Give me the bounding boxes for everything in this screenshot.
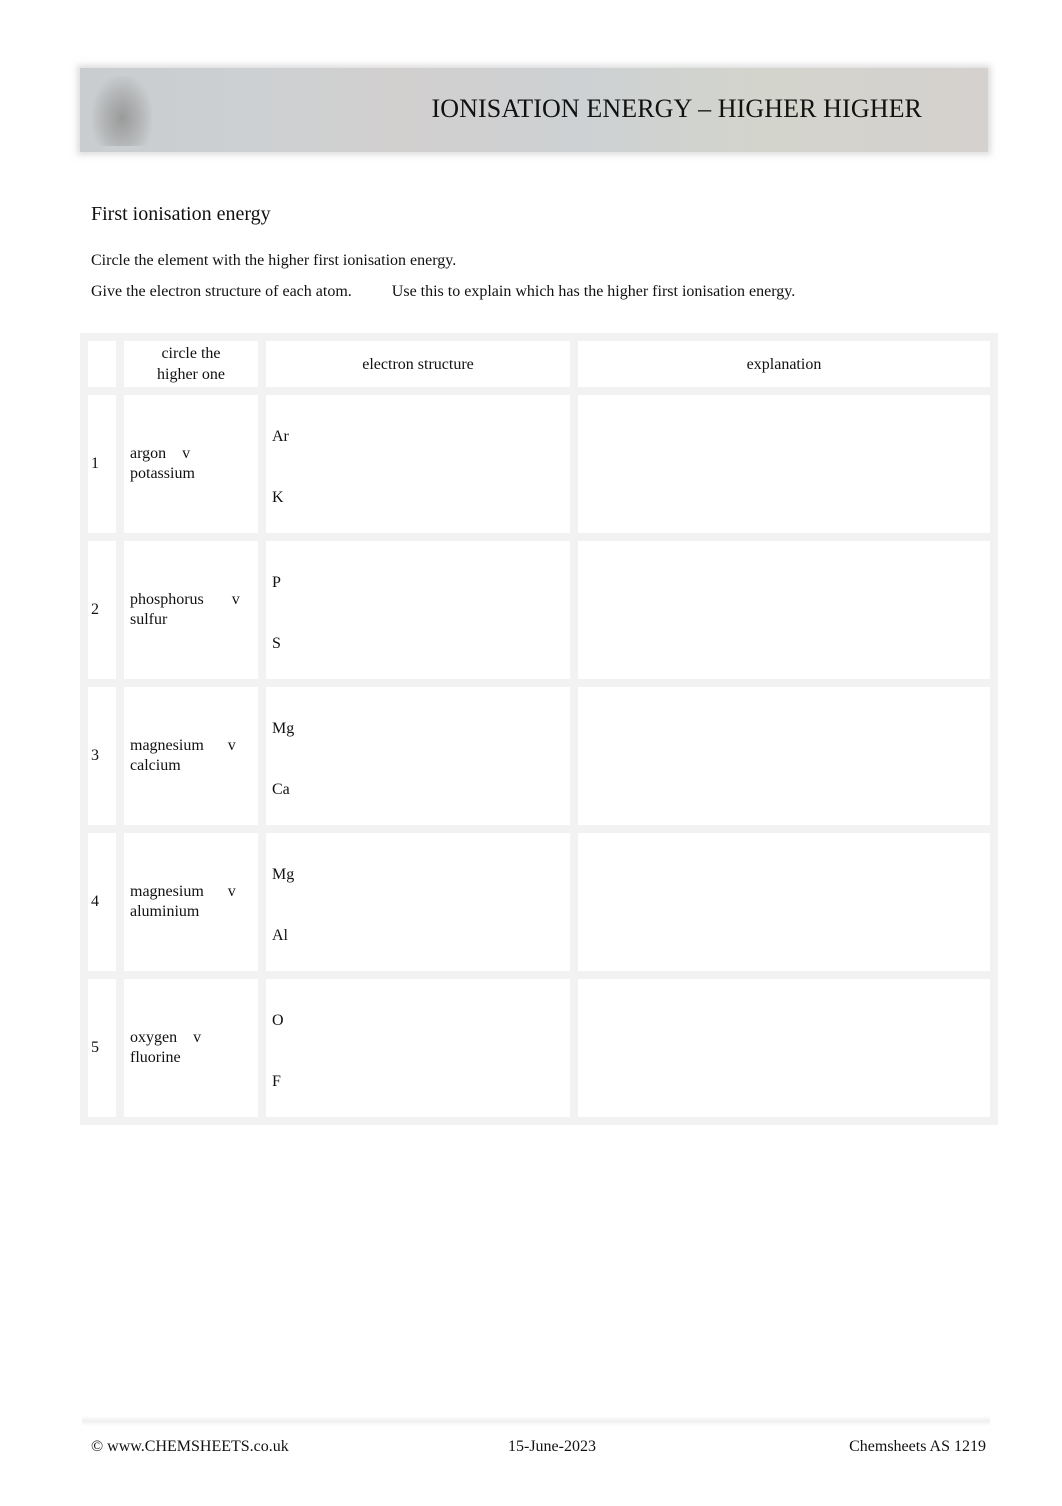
footer-date: 15-June-2023 (508, 1438, 596, 1455)
table-row: 2 phosphorus v sulfur P S (80, 533, 998, 687)
explanation-cell[interactable] (570, 533, 998, 687)
element-b[interactable]: fluorine (130, 1049, 181, 1066)
header-banner: IONISATION ENERGY – HIGHER HIGHER (80, 68, 988, 152)
versus-label: v (193, 1029, 202, 1046)
page-title: IONISATION ENERGY – HIGHER HIGHER (431, 94, 922, 123)
element-b[interactable]: potassium (130, 465, 195, 482)
versus-label: v (227, 883, 236, 900)
element-a[interactable]: magnesium (130, 883, 204, 900)
versus-label: v (231, 591, 240, 608)
worksheet-table: circle the higher one electron structure… (80, 333, 998, 1125)
row-number: 4 (80, 825, 124, 979)
element-pair[interactable]: oxygen v fluorine (116, 971, 266, 1125)
symbol-a: P (272, 574, 281, 591)
table-header-row: circle the higher one electron structure… (80, 333, 998, 395)
table-row: 1 argon v potassium Ar K (80, 387, 998, 541)
section-title: First ionisation energy (91, 203, 271, 225)
row-number: 3 (80, 679, 124, 833)
symbol-b: F (272, 1073, 281, 1090)
row-number: 5 (80, 971, 124, 1125)
footer-divider (82, 1416, 990, 1426)
explanation-cell[interactable] (570, 971, 998, 1125)
row-number: 2 (80, 533, 124, 687)
header-circle-higher: circle the higher one (116, 333, 266, 395)
header-electron-structure: electron structure (258, 333, 578, 395)
versus-label: v (227, 737, 236, 754)
element-a[interactable]: argon (130, 445, 166, 462)
table-row: 3 magnesium v calcium Mg Ca (80, 679, 998, 833)
symbol-b: K (272, 489, 284, 506)
symbol-b: Ca (272, 781, 290, 798)
symbol-b: S (272, 635, 281, 652)
footer-copyright: © www.CHEMSHEETS.co.uk (91, 1438, 289, 1455)
element-pair[interactable]: phosphorus v sulfur (116, 533, 266, 687)
element-b[interactable]: sulfur (130, 611, 167, 628)
electron-structure-cell[interactable]: Ar K (258, 387, 578, 541)
table-row: 4 magnesium v aluminium Mg Al (80, 825, 998, 979)
symbol-a: Ar (272, 428, 289, 445)
explanation-cell[interactable] (570, 387, 998, 541)
electron-structure-cell[interactable]: PS (258, 533, 578, 687)
explanation-cell[interactable] (570, 825, 998, 979)
row-number: 1 (80, 387, 124, 541)
element-pair[interactable]: argon v potassium (116, 387, 266, 541)
instruction-structure-part2: Use this to explain which has the higher… (391, 283, 796, 300)
explanation-cell[interactable] (570, 679, 998, 833)
header-explanation: explanation (570, 333, 998, 395)
element-a[interactable]: oxygen (130, 1029, 177, 1046)
instruction-structure-part1: Give the electron structure of each atom… (91, 283, 352, 300)
symbol-a: O (272, 1012, 284, 1029)
symbol-b: Al (272, 927, 288, 944)
element-pair[interactable]: magnesium v aluminium (116, 825, 266, 979)
element-b[interactable]: aluminium (130, 903, 199, 920)
table-row: 5 oxygen v fluorine O F (80, 971, 998, 1125)
element-b[interactable]: calcium (130, 757, 181, 774)
symbol-a: Mg (272, 866, 295, 883)
element-a[interactable]: magnesium (130, 737, 204, 754)
element-a[interactable]: phosphorus (130, 591, 204, 608)
instruction-circle: Circle the element with the higher first… (91, 252, 457, 269)
footer-reference: Chemsheets AS 1219 (849, 1438, 986, 1455)
flask-logo-icon (92, 76, 152, 146)
electron-structure-cell[interactable]: OF (258, 971, 578, 1125)
instruction-structure: Give the electron structure of each atom… (91, 283, 795, 301)
electron-structure-cell[interactable]: Mg Al (258, 825, 578, 979)
symbol-a: Mg (272, 720, 295, 737)
header-number (80, 333, 124, 395)
electron-structure-cell[interactable]: Mg Ca (258, 679, 578, 833)
versus-label: v (182, 445, 191, 462)
element-pair[interactable]: magnesium v calcium (116, 679, 266, 833)
